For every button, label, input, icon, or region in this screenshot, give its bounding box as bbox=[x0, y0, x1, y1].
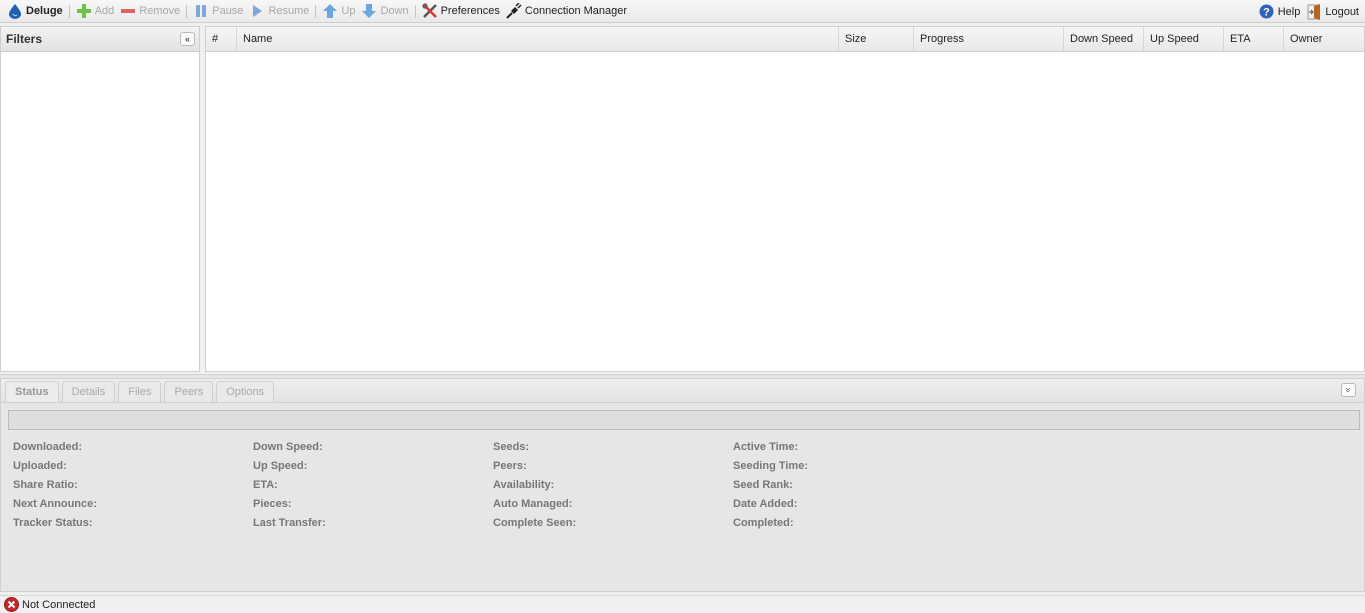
stat-complete-seen: Complete Seen: bbox=[493, 517, 577, 529]
logout-button[interactable]: Logout bbox=[1303, 1, 1362, 22]
help-button[interactable]: ? Help bbox=[1256, 1, 1304, 22]
plug-icon bbox=[506, 3, 522, 19]
column-header-name[interactable]: Name bbox=[237, 27, 839, 51]
tab-options[interactable]: Options bbox=[216, 381, 275, 402]
stat-up-speed: Up Speed: bbox=[253, 460, 308, 472]
filters-panel: Filters « bbox=[0, 26, 200, 372]
stat-seeds: Seeds: bbox=[493, 441, 530, 453]
stat-downloaded: Downloaded: bbox=[13, 441, 83, 453]
collapse-details-button[interactable]: » bbox=[1341, 383, 1356, 397]
brand-label: Deluge bbox=[26, 5, 63, 17]
add-button[interactable]: Add bbox=[73, 1, 118, 22]
stat-last-transfer: Last Transfer: bbox=[253, 517, 326, 529]
torrent-grid: # Name Size Progress Down Speed Up Speed… bbox=[205, 26, 1365, 372]
toolbar-separator bbox=[315, 4, 317, 18]
stat-auto-managed: Auto Managed: bbox=[493, 498, 573, 510]
tab-status[interactable]: Status bbox=[5, 381, 59, 402]
status-stats: Downloaded: Down Speed: Seeds: Active Ti… bbox=[13, 440, 973, 535]
deluge-logo-icon bbox=[7, 3, 23, 19]
resume-icon bbox=[249, 3, 265, 19]
double-chevron-down-icon: » bbox=[1343, 387, 1354, 393]
stat-availability: Availability: bbox=[493, 479, 555, 491]
status-bar: Not Connected bbox=[0, 595, 1365, 613]
stat-down-speed: Down Speed: bbox=[253, 441, 323, 453]
deluge-brand: Deluge bbox=[4, 1, 66, 22]
stat-active-time: Active Time: bbox=[733, 441, 799, 453]
column-header-queue[interactable]: # bbox=[206, 27, 237, 51]
stat-completed: Completed: bbox=[733, 517, 794, 529]
tab-details[interactable]: Details bbox=[61, 381, 116, 402]
double-chevron-left-icon: « bbox=[184, 34, 190, 44]
down-label: Down bbox=[380, 5, 409, 17]
stat-date-added: Date Added: bbox=[733, 498, 798, 510]
details-panel: Status Details Files Peers Options » Dow… bbox=[0, 378, 1365, 592]
down-button[interactable]: Down bbox=[358, 1, 411, 22]
add-label: Add bbox=[94, 5, 115, 17]
resume-button[interactable]: Resume bbox=[246, 1, 312, 22]
connection-status: Not Connected bbox=[22, 598, 96, 611]
toolbar: Deluge Add Remove Pause Resume Up Down P… bbox=[0, 0, 1365, 23]
toolbar-separator bbox=[68, 4, 70, 18]
stat-pieces: Pieces: bbox=[253, 498, 292, 510]
logout-label: Logout bbox=[1325, 5, 1359, 18]
pause-button[interactable]: Pause bbox=[190, 1, 246, 22]
remove-label: Remove bbox=[139, 5, 181, 17]
tab-peers[interactable]: Peers bbox=[164, 381, 214, 402]
stat-next-announce: Next Announce: bbox=[13, 498, 97, 510]
grid-body bbox=[206, 52, 1364, 372]
stat-seed-rank: Seed Rank: bbox=[733, 479, 793, 491]
remove-icon bbox=[120, 3, 136, 19]
down-arrow-icon bbox=[361, 3, 377, 19]
stat-share-ratio: Share Ratio: bbox=[13, 479, 78, 491]
pause-icon bbox=[193, 3, 209, 19]
tools-icon bbox=[421, 3, 438, 19]
filters-header: Filters « bbox=[1, 27, 199, 52]
stat-tracker-status: Tracker Status: bbox=[13, 517, 93, 529]
toolbar-separator bbox=[186, 4, 188, 18]
column-header-up-speed[interactable]: Up Speed bbox=[1144, 27, 1224, 51]
stat-seeding-time: Seeding Time: bbox=[733, 460, 808, 472]
error-icon bbox=[4, 597, 19, 612]
stat-uploaded: Uploaded: bbox=[13, 460, 67, 472]
pause-label: Pause bbox=[212, 5, 244, 17]
svg-text:?: ? bbox=[1263, 7, 1270, 19]
preferences-label: Preferences bbox=[440, 5, 500, 17]
connection-manager-label: Connection Manager bbox=[524, 5, 628, 17]
torrent-progress-bar bbox=[8, 410, 1360, 430]
add-icon bbox=[76, 3, 92, 19]
toolbar-separator bbox=[414, 4, 416, 18]
details-tabs: Status Details Files Peers Options » bbox=[1, 379, 1364, 403]
column-header-progress[interactable]: Progress bbox=[914, 27, 1064, 51]
connection-manager-button[interactable]: Connection Manager bbox=[503, 1, 630, 22]
column-header-size[interactable]: Size bbox=[839, 27, 914, 51]
help-icon: ? bbox=[1259, 4, 1275, 20]
grid-header: # Name Size Progress Down Speed Up Speed… bbox=[206, 27, 1364, 52]
help-label: Help bbox=[1277, 5, 1301, 18]
stat-eta: ETA: bbox=[253, 479, 278, 491]
preferences-button[interactable]: Preferences bbox=[419, 1, 503, 22]
door-icon bbox=[1306, 3, 1322, 20]
tab-files[interactable]: Files bbox=[118, 381, 162, 402]
up-label: Up bbox=[341, 5, 356, 17]
remove-button[interactable]: Remove bbox=[117, 1, 183, 22]
up-arrow-icon bbox=[322, 3, 338, 19]
column-header-eta[interactable]: ETA bbox=[1224, 27, 1284, 51]
up-button[interactable]: Up bbox=[319, 1, 358, 22]
collapse-filters-button[interactable]: « bbox=[180, 32, 195, 46]
stat-peers: Peers: bbox=[493, 460, 527, 472]
filters-title: Filters bbox=[6, 32, 43, 46]
column-header-owner[interactable]: Owner bbox=[1284, 27, 1364, 51]
resume-label: Resume bbox=[268, 5, 310, 17]
column-header-down-speed[interactable]: Down Speed bbox=[1064, 27, 1144, 51]
